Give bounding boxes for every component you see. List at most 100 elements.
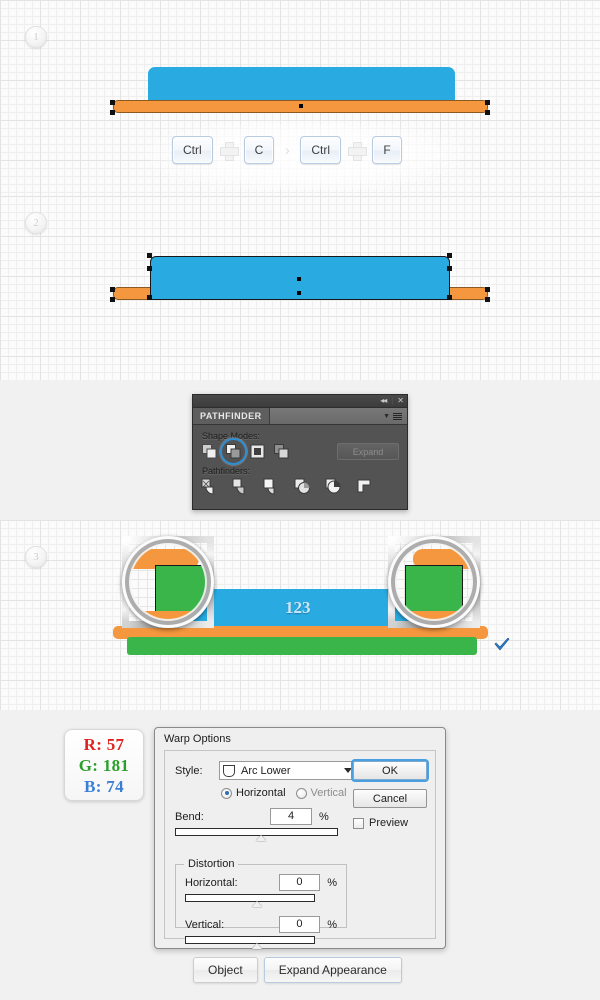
- cancel-button[interactable]: Cancel: [353, 789, 427, 808]
- anchor-point[interactable]: [110, 110, 115, 115]
- plus-icon: [348, 141, 368, 161]
- minus-back-icon[interactable]: [356, 478, 373, 495]
- key-ctrl[interactable]: Ctrl: [172, 136, 213, 164]
- distortion-label: Distortion: [184, 858, 239, 870]
- step-badge-1: 1: [25, 26, 47, 48]
- radio-vertical-label: Vertical: [310, 787, 347, 799]
- bend-slider-thumb[interactable]: [256, 835, 267, 841]
- anchor-point[interactable]: [485, 287, 490, 292]
- pathfinders-row: [201, 478, 399, 495]
- anchor-center-point[interactable]: [297, 291, 301, 295]
- style-field-row: Style: Arc Lower: [175, 761, 360, 780]
- key-c[interactable]: C: [243, 136, 275, 164]
- anchor-point[interactable]: [147, 266, 152, 271]
- divide-icon[interactable]: [201, 478, 218, 495]
- distortion-vertical-track: [185, 936, 315, 944]
- style-select[interactable]: Arc Lower: [219, 761, 360, 780]
- crop-icon[interactable]: [294, 478, 311, 495]
- anchor-point[interactable]: [447, 253, 452, 258]
- key-f[interactable]: F: [372, 136, 403, 164]
- anchor-point[interactable]: [110, 100, 115, 105]
- object-button[interactable]: Object: [193, 957, 258, 983]
- step-badge-3: 3: [25, 546, 47, 568]
- distortion-horizontal-unit: %: [327, 876, 337, 889]
- dialog-left-column: Style: Arc Lower Horizontal Vertical Ben…: [175, 761, 360, 850]
- chevron-down-icon: [344, 768, 352, 773]
- bend-unit: %: [319, 810, 329, 823]
- distortion-horizontal-thumb[interactable]: [251, 901, 262, 907]
- bend-row: Bend: 4 %: [175, 808, 360, 825]
- distortion-vertical-input[interactable]: 0: [278, 916, 321, 933]
- anchor-point[interactable]: [447, 266, 452, 271]
- arc-lower-icon: [223, 764, 235, 777]
- check-cursor-icon: [494, 638, 510, 651]
- dialog-body: Style: Arc Lower Horizontal Vertical Ben…: [164, 750, 436, 949]
- step-badge-2: 2: [25, 212, 47, 234]
- keyboard-shortcut-strip: Ctrl C › Ctrl F: [172, 136, 403, 164]
- trim-icon[interactable]: [232, 478, 249, 495]
- warp-options-dialog[interactable]: Warp Options Style: Arc Lower Horizontal: [154, 727, 446, 949]
- bend-input[interactable]: 4: [270, 808, 312, 825]
- expand-appearance-button[interactable]: Expand Appearance: [263, 957, 402, 983]
- anchor-point[interactable]: [447, 295, 452, 300]
- radio-horizontal[interactable]: Horizontal: [221, 787, 286, 799]
- green-shape-step3: [127, 637, 477, 655]
- expand-button[interactable]: Expand: [337, 443, 399, 460]
- rgb-color-swatch: R: 57 G: 181 B: 74: [64, 729, 144, 801]
- preview-label: Preview: [369, 817, 409, 829]
- distortion-horizontal-slider[interactable]: [185, 894, 337, 907]
- anchor-point[interactable]: [110, 297, 115, 302]
- close-icon[interactable]: ✕: [397, 397, 404, 405]
- dialog-title: Warp Options: [164, 733, 231, 745]
- radio-vertical[interactable]: Vertical: [295, 787, 347, 799]
- rgb-green-value: G: 181: [78, 755, 130, 775]
- shape-modes-row: Expand: [201, 438, 399, 465]
- bend-slider[interactable]: [175, 828, 360, 841]
- radio-horizontal-label: Horizontal: [236, 787, 286, 799]
- intersect-icon[interactable]: [249, 443, 266, 460]
- pathfinder-panel-menu[interactable]: ▼: [269, 408, 407, 424]
- radio-horizontal-dot: [221, 787, 232, 799]
- pathfinder-titlebar: ◂◂ | ✕: [193, 395, 407, 408]
- collapse-icon[interactable]: ◂◂: [380, 397, 387, 405]
- merge-icon[interactable]: [263, 478, 280, 495]
- anchor-point[interactable]: [485, 110, 490, 115]
- anchor-point[interactable]: [147, 253, 152, 258]
- minus-front-icon[interactable]: [220, 438, 247, 465]
- selection-highlight-ring: [220, 438, 247, 465]
- anchor-point[interactable]: [485, 100, 490, 105]
- preview-checkbox[interactable]: [353, 817, 364, 829]
- preview-checkbox-row[interactable]: Preview: [353, 817, 427, 829]
- chevron-right-icon: ›: [284, 141, 290, 159]
- screenshot-root: 1 Ctrl C › Ctrl F 2 ◂◂ | ✕ PATHFINDER ▼: [0, 0, 600, 1000]
- hamburger-menu-icon[interactable]: [393, 412, 402, 420]
- exclude-icon[interactable]: [273, 443, 290, 460]
- rgb-blue-value: B: 74: [84, 776, 124, 796]
- rgb-red-value: R: 57: [83, 734, 125, 754]
- pathfinder-panel[interactable]: ◂◂ | ✕ PATHFINDER ▼ Shape Modes: Expand …: [192, 394, 408, 510]
- style-selected-value: Arc Lower: [241, 764, 291, 777]
- orientation-radio-group: Horizontal Vertical: [221, 787, 360, 799]
- distortion-vertical-row: Vertical: 0 %: [185, 916, 337, 933]
- distortion-vertical-label: Vertical:: [185, 918, 225, 931]
- tab-pathfinder[interactable]: PATHFINDER: [193, 408, 270, 424]
- anchor-center-point[interactable]: [297, 277, 301, 281]
- pathfinder-tab-row: PATHFINDER ▼: [193, 408, 407, 425]
- anchor-center-point[interactable]: [299, 104, 303, 108]
- chevron-down-icon: ▼: [383, 412, 390, 420]
- anchor-point[interactable]: [485, 297, 490, 302]
- distortion-vertical-slider[interactable]: [185, 936, 337, 949]
- key-ctrl[interactable]: Ctrl: [300, 136, 342, 164]
- anchor-point[interactable]: [147, 295, 152, 300]
- distortion-horizontal-label: Horizontal:: [185, 876, 238, 889]
- anchor-point[interactable]: [110, 287, 115, 292]
- outline-icon[interactable]: [325, 478, 342, 495]
- unite-icon[interactable]: [201, 443, 218, 460]
- distortion-vertical-thumb[interactable]: [251, 943, 262, 949]
- distortion-horizontal-input[interactable]: 0: [278, 874, 321, 891]
- pathfinders-label: Pathfinders:: [202, 466, 251, 476]
- ok-button[interactable]: OK: [353, 761, 427, 780]
- distortion-horizontal-row: Horizontal: 0 %: [185, 874, 337, 891]
- radio-vertical-dot: [295, 787, 307, 799]
- dialog-right-column: OK Cancel Preview: [353, 761, 427, 829]
